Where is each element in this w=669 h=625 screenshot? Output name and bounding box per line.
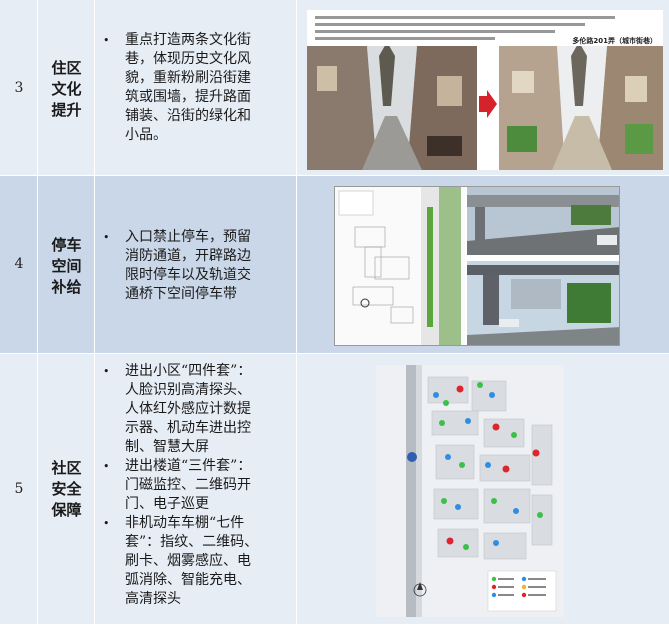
row-description: • 入口禁止停车，预留 消防通道，开辟路边 限时停车以及轨道交 通桥下空间停车带 bbox=[101, 228, 291, 304]
list-item: • 进出小区“四件套”： 人脸识别高清探头、 人体红外感应计数提 示器、机动车进… bbox=[103, 363, 252, 455]
parking-site-plan bbox=[335, 187, 619, 345]
row-description: • 重点打造两条文化街 巷，体现历史文化风 貌，重新粉刷沿街建 筑或围墙，提升路… bbox=[101, 31, 291, 145]
parking-plan-image bbox=[334, 186, 620, 346]
image-caption: 多伦路201弄（城市街巷） bbox=[572, 37, 657, 45]
row-number: 4 bbox=[14, 256, 24, 272]
security-map-drawing bbox=[376, 365, 564, 617]
list-item: • 入口禁止停车，预留 消防通道，开辟路边 限时停车以及轨道交 通桥下空间停车带 bbox=[103, 229, 251, 302]
list-item: • 非机动车车棚“七件 套”：指纹、二维码、 刷卡、烟雾感应、电 弧消除、智能充… bbox=[103, 515, 259, 607]
before-after-street-photos bbox=[307, 46, 663, 170]
improvement-table: 3 住区 文化 提升 • 重点打造两条文化街 巷，体现历史文化风 貌，重新粉刷沿… bbox=[0, 0, 669, 625]
security-device-map bbox=[376, 365, 564, 617]
row-title: 社区 安全 保障 bbox=[51, 459, 82, 519]
street-renovation-image: 多伦路201弄（城市街巷） bbox=[307, 10, 663, 170]
table-row: 5 社区 安全 保障 • 进出小区“四件套”： 人脸识别高清探头、 人体红外感应… bbox=[0, 354, 669, 625]
row-title: 停车 空间 补给 bbox=[51, 236, 82, 296]
table-row: 3 住区 文化 提升 • 重点打造两条文化街 巷，体现历史文化风 貌，重新粉刷沿… bbox=[0, 0, 669, 176]
list-item: • 重点打造两条文化街 巷，体现历史文化风 貌，重新粉刷沿街建 筑或围墙，提升路… bbox=[103, 32, 251, 143]
row-number: 3 bbox=[14, 80, 24, 96]
row-title: 住区 文化 提升 bbox=[51, 59, 82, 119]
row-number: 5 bbox=[14, 481, 24, 497]
list-item: • 进出楼道“三件套”： 门磁监控、二维码开 门、电子巡更 bbox=[103, 458, 252, 512]
table-row: 4 停车 空间 补给 • 入口禁止停车，预留 消防通道，开辟路边 限时停车以及轨… bbox=[0, 176, 669, 354]
row-description: • 进出小区“四件套”： 人脸识别高清探头、 人体红外感应计数提 示器、机动车进… bbox=[101, 362, 291, 609]
